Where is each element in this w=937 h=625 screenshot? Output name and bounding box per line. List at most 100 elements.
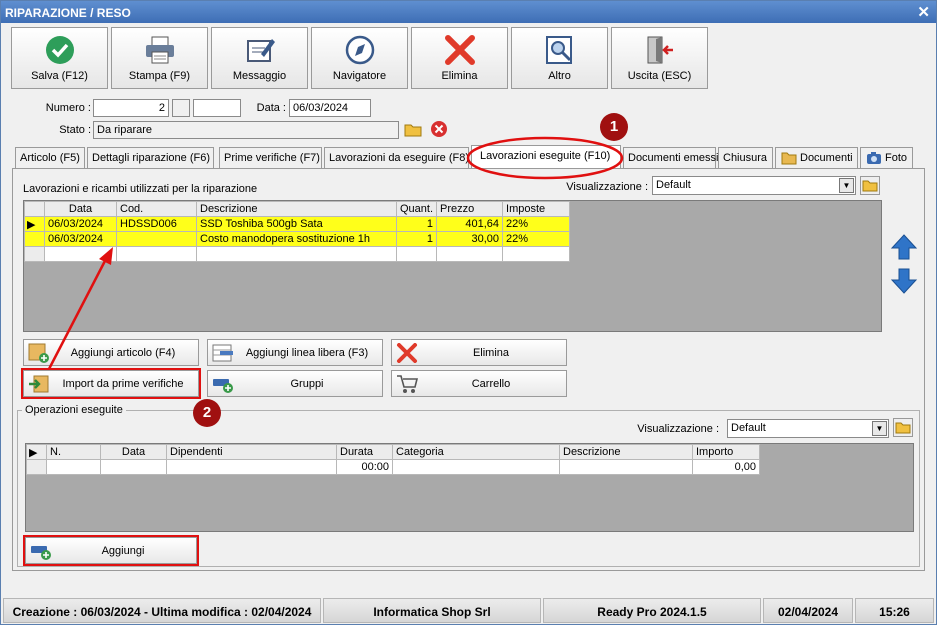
numero-suffix-button[interactable] bbox=[172, 99, 190, 117]
table-row[interactable]: 00:00 0,00 bbox=[26, 459, 760, 475]
save-button[interactable]: Salva (F12) bbox=[11, 27, 108, 89]
cell-quant[interactable] bbox=[395, 246, 438, 262]
message-label: Messaggio bbox=[232, 70, 287, 82]
printer-icon bbox=[145, 36, 174, 64]
row-pointer-icon: ▶ bbox=[26, 444, 47, 460]
cell-imposte[interactable] bbox=[502, 246, 571, 262]
column-header[interactable]: Data bbox=[44, 201, 117, 217]
stato-label: Stato : bbox=[59, 124, 91, 136]
tab-documenti-label: Documenti bbox=[800, 152, 853, 164]
cell-prezzo[interactable]: 30,00 bbox=[436, 231, 504, 247]
tab-dettagli-riparazione[interactable]: Dettagli riparazione (F6) bbox=[87, 147, 214, 168]
folder-icon bbox=[781, 152, 797, 165]
delete-x-icon bbox=[444, 35, 475, 65]
move-down-icon[interactable] bbox=[890, 267, 918, 295]
cell-descrizione[interactable] bbox=[196, 246, 397, 262]
tab-articolo[interactable]: Articolo (F5) bbox=[15, 147, 85, 168]
column-header[interactable]: Importo bbox=[692, 444, 760, 460]
column-header[interactable]: Quant. bbox=[395, 201, 438, 217]
cell-quant[interactable]: 1 bbox=[395, 216, 438, 232]
column-header[interactable]: Cod. bbox=[116, 201, 197, 217]
data-field[interactable]: 06/03/2024 bbox=[289, 99, 371, 117]
column-header[interactable]: N. bbox=[46, 444, 101, 460]
navigator-label: Navigatore bbox=[332, 70, 387, 82]
status-time: 15:26 bbox=[855, 598, 934, 623]
cell-quant[interactable]: 1 bbox=[395, 231, 438, 247]
table-row[interactable]: ▶ 06/03/2024 HDSSD006 SSD Toshiba 500gb … bbox=[24, 216, 571, 232]
lavorazioni-section-label: Lavorazioni e ricambi utilizzati per la … bbox=[23, 183, 258, 195]
tab-chiusura[interactable]: Chiusura bbox=[718, 147, 773, 168]
folder-icon[interactable] bbox=[893, 418, 913, 437]
column-header[interactable]: Prezzo bbox=[436, 201, 504, 217]
stato-field[interactable]: Da riparare bbox=[93, 121, 399, 139]
row-header-cell bbox=[24, 201, 45, 217]
exit-button[interactable]: Uscita (ESC) bbox=[611, 27, 708, 89]
delete-line-button[interactable]: Elimina bbox=[391, 339, 567, 366]
annotation-ellipse bbox=[466, 136, 624, 180]
column-header[interactable]: Dipendenti bbox=[166, 444, 337, 460]
status-company: Informatica Shop Srl bbox=[323, 598, 541, 623]
column-header[interactable]: Imposte bbox=[502, 201, 571, 217]
cell-n[interactable] bbox=[46, 459, 101, 475]
delete-x-icon bbox=[397, 343, 417, 363]
cell-prezzo[interactable] bbox=[436, 246, 504, 262]
table-header-row: ▶ N. Data Dipendenti Durata Categoria De… bbox=[26, 444, 760, 460]
cell-prezzo[interactable]: 401,64 bbox=[436, 216, 504, 232]
column-header[interactable]: Descrizione bbox=[559, 444, 693, 460]
message-button[interactable]: Messaggio bbox=[211, 27, 308, 89]
add-free-line-button[interactable]: Aggiungi linea libera (F3) bbox=[207, 339, 383, 366]
tab-prime-verifiche[interactable]: Prime verifiche (F7) bbox=[219, 147, 322, 168]
cell-descrizione[interactable] bbox=[559, 459, 693, 475]
cell-data[interactable]: 06/03/2024 bbox=[44, 216, 117, 232]
cart-button[interactable]: Carrello bbox=[391, 370, 567, 397]
exit-label: Uscita (ESC) bbox=[627, 70, 692, 82]
column-header[interactable]: Descrizione bbox=[196, 201, 397, 217]
cell-descrizione[interactable]: Costo manodopera sostituzione 1h bbox=[196, 231, 397, 247]
cell-importo[interactable]: 0,00 bbox=[692, 459, 760, 475]
camera-icon bbox=[867, 152, 881, 164]
tab-lavorazioni-da-eseguire[interactable]: Lavorazioni da eseguire (F8) bbox=[324, 147, 469, 168]
folder-icon[interactable] bbox=[860, 176, 880, 195]
delete-button[interactable]: Elimina bbox=[411, 27, 508, 89]
view-select-value: Default bbox=[656, 179, 691, 191]
view-select[interactable]: Default ▼ bbox=[652, 176, 856, 195]
groups-icon bbox=[213, 379, 233, 393]
column-header[interactable]: Durata bbox=[336, 444, 393, 460]
cell-imposte[interactable]: 22% bbox=[502, 231, 571, 247]
cell-data[interactable] bbox=[100, 459, 167, 475]
add-free-line-label: Aggiungi linea libera (F3) bbox=[245, 347, 369, 359]
cell-cod[interactable] bbox=[116, 246, 197, 262]
column-header[interactable]: Categoria bbox=[392, 444, 560, 460]
chevron-down-icon[interactable]: ▼ bbox=[839, 178, 854, 193]
delete-label: Elimina bbox=[441, 70, 478, 82]
folder-icon[interactable] bbox=[404, 121, 422, 139]
more-button[interactable]: Altro bbox=[511, 27, 608, 89]
close-icon[interactable]: ✕ bbox=[917, 3, 930, 21]
status-product: Ready Pro 2024.1.5 bbox=[543, 598, 761, 623]
cell-cod[interactable]: HDSSD006 bbox=[116, 216, 197, 232]
column-header[interactable]: Data bbox=[100, 444, 167, 460]
cell-cod[interactable] bbox=[116, 231, 197, 247]
navigator-button[interactable]: Navigatore bbox=[311, 27, 408, 89]
numero-label: Numero : bbox=[45, 102, 91, 114]
chevron-down-icon[interactable]: ▼ bbox=[872, 421, 887, 436]
clear-icon[interactable] bbox=[430, 120, 448, 138]
table-header-row: Data Cod. Descrizione Quant. Prezzo Impo… bbox=[24, 201, 571, 217]
cell-imposte[interactable]: 22% bbox=[502, 216, 571, 232]
tab-documenti-emessi[interactable]: Documenti emessi bbox=[623, 147, 718, 168]
operazioni-view-select[interactable]: Default ▼ bbox=[727, 419, 889, 438]
annotation-box-aggiungi bbox=[23, 535, 199, 566]
cell-durata[interactable]: 00:00 bbox=[336, 459, 393, 475]
numero-suffix-field[interactable] bbox=[193, 99, 241, 117]
numero-field[interactable]: 2 bbox=[93, 99, 169, 117]
tab-documenti[interactable]: Documenti bbox=[775, 147, 858, 168]
cell-descrizione[interactable]: SSD Toshiba 500gb Sata bbox=[196, 216, 397, 232]
repair-window: RIPARAZIONE / RESO ✕ Salva (F12) Stampa … bbox=[0, 0, 937, 625]
print-button[interactable]: Stampa (F9) bbox=[111, 27, 208, 89]
move-up-icon[interactable] bbox=[890, 233, 918, 261]
groups-button[interactable]: Gruppi bbox=[207, 370, 383, 397]
cell-dipendenti[interactable] bbox=[166, 459, 337, 475]
cell-categoria[interactable] bbox=[392, 459, 560, 475]
tab-foto[interactable]: Foto bbox=[860, 147, 913, 168]
print-label: Stampa (F9) bbox=[128, 70, 191, 82]
